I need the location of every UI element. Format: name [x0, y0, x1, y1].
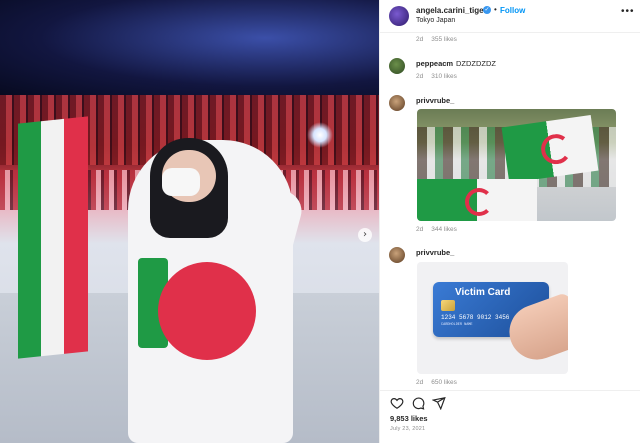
comment-time: 2d	[416, 226, 424, 233]
comment-likes[interactable]: 355 likes	[431, 36, 457, 43]
algerian-flag	[417, 179, 537, 221]
comment-icon[interactable]	[411, 396, 425, 410]
post-photo[interactable]: ›	[0, 0, 379, 443]
card-chip	[441, 300, 455, 311]
instagram-post-view: › angela.carini_tiger ✓ • Follow Tokyo J…	[0, 0, 640, 443]
comment-time: 2d	[416, 73, 424, 80]
post-side-panel: angela.carini_tiger ✓ • Follow Tokyo Jap…	[379, 0, 640, 443]
separator-dot: •	[494, 5, 497, 14]
comment-image-fans[interactable]	[417, 109, 616, 221]
comment-meta: 2d 344 likes	[416, 226, 457, 233]
card-number: 1234 5678 9012 3456	[441, 314, 510, 321]
commenter-username[interactable]: privvrube_	[416, 248, 454, 257]
commenter-username[interactable]: peppeacm	[416, 59, 453, 68]
comment-likes[interactable]: 344 likes	[431, 226, 457, 233]
comments-list[interactable]: 2d 355 likes peppeacm DZDZDZDZ 2d 310 like…	[380, 33, 640, 390]
post-likes-count[interactable]: 9,853 likes	[390, 414, 428, 423]
author-username[interactable]: angela.carini_tiger	[416, 6, 487, 15]
post-actions-bar: 9,853 likes July 23, 2021	[380, 390, 640, 443]
verified-badge-icon: ✓	[483, 6, 491, 14]
author-avatar[interactable]	[389, 6, 409, 26]
comment-text: DZDZDZDZ	[456, 59, 496, 68]
next-photo-arrow-icon[interactable]: ›	[358, 228, 372, 242]
comment-meta: 2d 355 likes	[416, 36, 457, 43]
more-options-icon[interactable]: •••	[621, 6, 635, 17]
comment-time: 2d	[416, 379, 424, 386]
stadium-light	[307, 122, 333, 148]
post-header: angela.carini_tiger ✓ • Follow Tokyo Jap…	[380, 0, 640, 33]
card-holder: CARDHOLDER NAME	[441, 323, 473, 327]
italian-flag	[18, 116, 88, 359]
post-date: July 23, 2021	[390, 426, 426, 432]
share-icon[interactable]	[431, 396, 446, 411]
commenter-avatar[interactable]	[389, 95, 405, 111]
comment-meta: 2d 310 likes	[416, 73, 457, 80]
comment-likes[interactable]: 310 likes	[431, 73, 457, 80]
face-mask	[162, 168, 200, 196]
commenter-username[interactable]: privvrube_	[416, 96, 454, 105]
heart-icon[interactable]	[390, 396, 404, 410]
commenter-avatar[interactable]	[389, 247, 405, 263]
comment-time: 2d	[416, 36, 424, 43]
comment-meta: 2d 650 likes	[416, 379, 457, 386]
comment-image-card[interactable]: Victim Card 1234 5678 9012 3456 CARDHOLD…	[417, 262, 568, 374]
tracksuit-red-circle	[158, 262, 256, 360]
card-title: Victim Card	[455, 287, 511, 298]
comment-likes[interactable]: 650 likes	[431, 379, 457, 386]
commenter-avatar[interactable]	[389, 58, 405, 74]
follow-button[interactable]: Follow	[500, 6, 525, 15]
post-location[interactable]: Tokyo Japan	[416, 17, 455, 24]
stadium-roof	[0, 0, 379, 95]
